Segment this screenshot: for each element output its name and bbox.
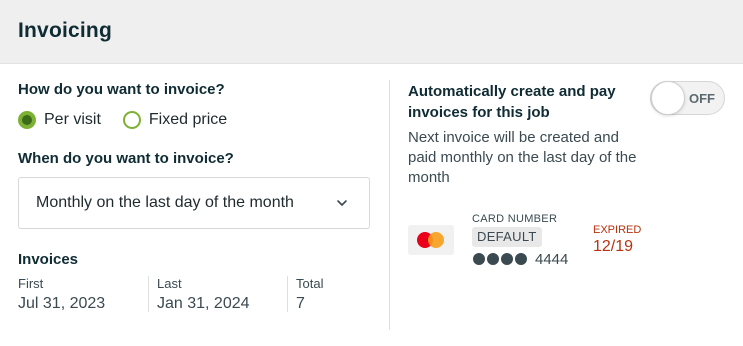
column-divider [389, 80, 390, 330]
radio-unselected-icon [122, 111, 141, 129]
auto-invoice-description: Next invoice will be created and paid mo… [408, 129, 637, 186]
radio-fixed-price[interactable]: Fixed price [122, 111, 228, 129]
radio-selected-icon [18, 111, 36, 129]
toggle-state-label: OFF [689, 91, 715, 106]
total-value: 7 [296, 295, 305, 312]
total-label: Total [296, 276, 324, 291]
mastercard-icon [408, 225, 454, 255]
mask-dot-icon [501, 253, 513, 265]
invoices-last: Last Jan 31, 2024 [157, 276, 250, 312]
chevron-down-icon [337, 200, 347, 206]
mask-dot-icon [487, 253, 499, 265]
mask-dot-icon [473, 253, 485, 265]
radio-per-visit[interactable]: Per visit [18, 111, 101, 129]
select-value: Monthly on the last day of the month [36, 194, 294, 211]
invoice-timing-select[interactable]: Monthly on the last day of the month [18, 177, 370, 229]
expiry-date: 12/19 [593, 238, 634, 255]
invoice-timing-question: When do you want to invoice? [18, 150, 234, 167]
card-number-label: CARD NUMBER [472, 213, 558, 225]
radio-label: Fixed price [148, 111, 228, 128]
default-badge: DEFAULT [472, 227, 542, 247]
auto-invoice-toggle[interactable]: OFF [650, 81, 725, 115]
masked-card-number: 4444 [473, 250, 568, 268]
header-bar: Invoicing [0, 0, 743, 64]
first-value: Jul 31, 2023 [18, 295, 106, 312]
mask-dot-icon [515, 253, 527, 265]
auto-invoice-title: Automatically create and pay invoices fo… [408, 83, 616, 121]
last-label: Last [157, 276, 182, 291]
last-value: Jan 31, 2024 [157, 295, 250, 312]
expired-label: EXPIRED [593, 224, 642, 236]
divider [148, 276, 149, 312]
invoices-total: Total 7 [296, 276, 323, 312]
radio-label: Per visit [44, 111, 101, 128]
divider [287, 276, 288, 312]
page-title: Invoicing [18, 19, 112, 42]
invoice-method-question: How do you want to invoice? [18, 81, 225, 98]
card-last4: 4444 [535, 250, 569, 268]
invoices-first: First Jul 31, 2023 [18, 276, 105, 312]
first-label: First [18, 276, 44, 291]
invoice-method-radio-group: Per visit Fixed price [18, 110, 249, 130]
invoices-heading: Invoices [18, 251, 79, 268]
toggle-knob [651, 81, 685, 115]
